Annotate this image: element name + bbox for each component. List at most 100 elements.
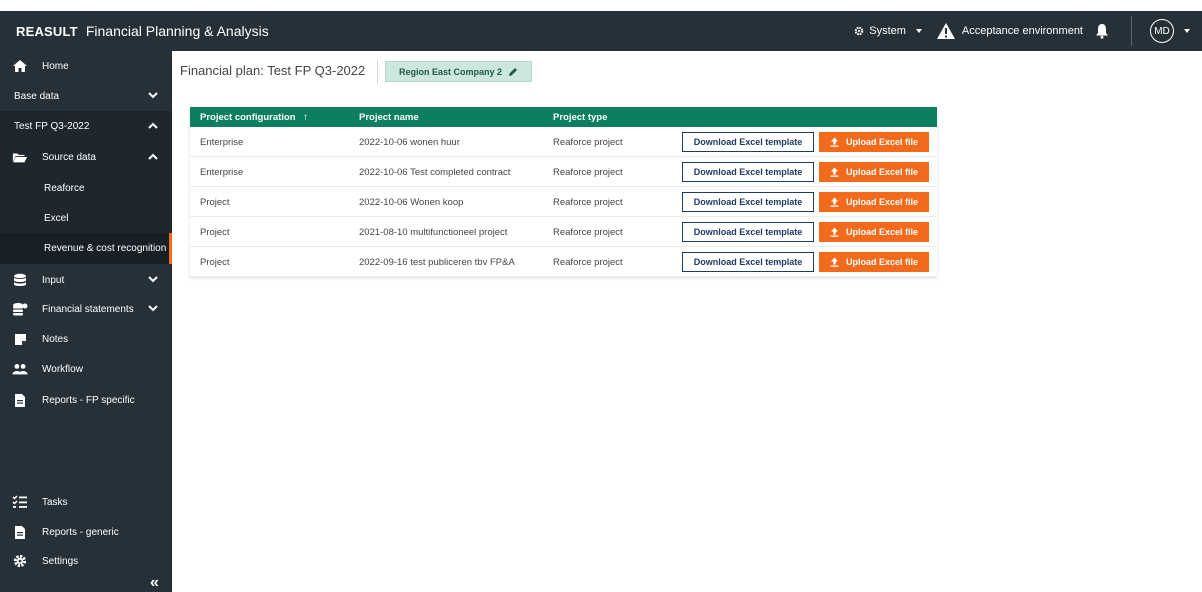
project-type-cell: Reaforce project [553,227,623,238]
upload-icon [830,257,839,267]
column-header-name[interactable]: Project name [359,112,419,123]
upload-icon [830,227,839,237]
sidebar-item-label: Input [42,274,65,286]
project-config-cell: Enterprise [200,137,244,148]
chevron-down-icon [148,91,158,102]
sidebar-item-label: Reports - FP specific [42,394,135,406]
sidebar-item-label: Reaforce [44,182,85,194]
users-icon [12,361,28,377]
chevron-up-icon [148,152,158,163]
sidebar-item-base-data[interactable]: Base data [0,81,172,111]
system-label: System [869,25,906,37]
project-type-cell: Reaforce project [553,197,623,208]
download-excel-template-button[interactable]: Download Excel template [682,222,814,242]
notifications-button[interactable] [1095,23,1109,39]
pencil-icon [509,67,518,76]
divider [1131,16,1132,46]
sidebar-item-reports-generic[interactable]: Reports - generic [0,517,172,547]
column-header-config[interactable]: Project configuration ↑ [200,112,308,123]
project-config-cell: Project [200,197,230,208]
sidebar-item-revenue[interactable]: Revenue & cost recognition [0,233,172,264]
gear-icon [854,26,864,36]
download-excel-template-button[interactable]: Download Excel template [682,162,814,182]
app-title: Financial Planning & Analysis [85,23,269,39]
coins-icon [12,301,28,317]
sidebar-item-workflow[interactable]: Workflow [0,354,172,384]
sidebar-item-label: Source data [42,151,96,163]
sidebar-item-notes[interactable]: Notes [0,324,172,354]
upload-icon [830,137,839,147]
upload-excel-file-button[interactable]: Upload Excel file [819,192,929,212]
reasult-logo: REASULT [16,23,78,39]
sidebar-item-label: Test FP Q3-2022 [14,120,90,132]
document-icon [12,392,28,408]
sidebar-item-label: Base data [14,90,60,102]
user-menu[interactable]: MD [1150,19,1190,43]
sidebar: Home Base data Test FP Q3-2022 Source da… [0,51,172,592]
sort-asc-icon: ↑ [303,112,308,123]
project-name-cell: 2021-08-10 multifunctioneel project [359,227,508,238]
project-type-cell: Reaforce project [553,137,623,148]
system-menu[interactable]: System [854,25,922,37]
column-header-type[interactable]: Project type [553,112,607,123]
environment-indicator: Acceptance environment [936,22,1083,40]
sidebar-item-source-data[interactable]: Source data [0,141,172,173]
note-icon [12,331,28,347]
sidebar-item-tasks[interactable]: Tasks [0,487,172,517]
sidebar-item-excel[interactable]: Excel [0,203,172,233]
sidebar-item-settings[interactable]: Settings [0,547,172,575]
sidebar-item-plan[interactable]: Test FP Q3-2022 [0,111,172,141]
sidebar-item-label: Reports - generic [42,526,119,538]
project-name-cell: 2022-10-06 wonen huur [359,137,460,148]
sidebar-item-label: Financial statements [42,303,134,315]
sidebar-item-reaforce[interactable]: Reaforce [0,173,172,203]
region-label: Region East Company 2 [398,66,503,77]
upload-excel-file-button[interactable]: Upload Excel file [819,162,929,182]
download-excel-template-button[interactable]: Download Excel template [682,132,814,152]
chevron-down-icon [915,29,922,33]
table-row: Project 2022-09-16 test publiceren tbv FP… [190,247,937,277]
region-badge[interactable]: Region East Company 2 [385,61,532,82]
home-icon [12,58,28,74]
upload-icon [830,167,839,177]
collapse-sidebar-button[interactable]: « [150,574,159,592]
projects-table: Project configuration ↑ Project name Pro… [190,107,937,277]
sidebar-item-financial-statements[interactable]: Financial statements [0,294,172,324]
table-row: Enterprise 2022-10-06 Test completed cont… [190,157,937,187]
chevron-up-icon [148,121,158,132]
sidebar-item-input[interactable]: Input [0,266,172,294]
project-type-cell: Reaforce project [553,257,623,268]
project-config-cell: Project [200,257,230,268]
table-header: Project configuration ↑ Project name Pro… [190,107,937,127]
document-icon [12,524,28,540]
folder-open-icon [12,149,28,165]
table-row: Project 2022-10-06 Wonen koop Reaforce pro… [190,187,937,217]
bell-icon [1096,24,1108,39]
project-name-cell: 2022-10-06 Test completed contract [359,167,511,178]
top-bar: REASULT Financial Planning & Analysis Sy… [0,11,1202,51]
download-excel-template-button[interactable]: Download Excel template [682,192,814,212]
page-title: Financial plan: Test FP Q3-2022 [180,63,366,78]
sidebar-item-home[interactable]: Home [0,51,172,81]
chevron-down-icon [1184,29,1190,33]
project-name-cell: 2022-09-16 test publiceren tbv FP&A [359,257,515,268]
brand[interactable]: REASULT Financial Planning & Analysis [16,11,269,51]
project-config-cell: Enterprise [200,167,244,178]
sidebar-item-label: Home [42,60,69,72]
upload-excel-file-button[interactable]: Upload Excel file [819,252,929,272]
upload-label: Upload Excel file [845,197,919,207]
sidebar-item-label: Workflow [42,363,83,375]
project-type-cell: Reaforce project [553,167,623,178]
database-icon [12,272,28,288]
sidebar-item-reports-fp[interactable]: Reports - FP specific [0,384,172,416]
upload-label: Upload Excel file [845,257,919,267]
upload-label: Upload Excel file [845,227,919,237]
upload-excel-file-button[interactable]: Upload Excel file [819,132,929,152]
environment-label: Acceptance environment [961,25,1083,37]
upload-label: Upload Excel file [845,137,919,147]
upload-excel-file-button[interactable]: Upload Excel file [819,222,929,242]
task-list-icon [12,494,28,510]
main-content: Financial plan: Test FP Q3-2022 Region E… [172,51,1202,592]
download-excel-template-button[interactable]: Download Excel template [682,252,814,272]
table-row: Enterprise 2022-10-06 wonen huur Reaforce … [190,127,937,157]
